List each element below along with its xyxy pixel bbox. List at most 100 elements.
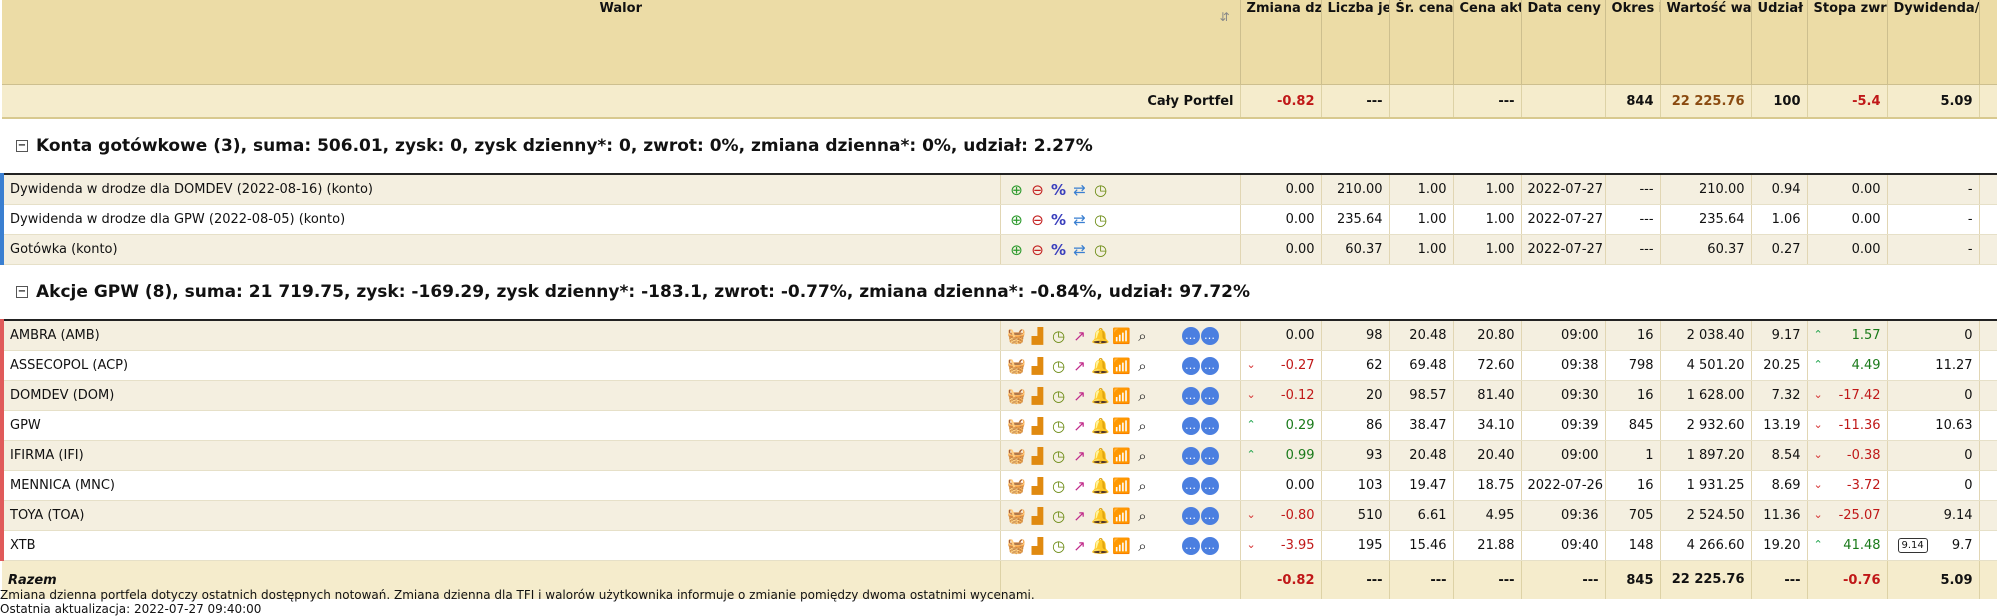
history-icon[interactable]: ◷: [1091, 180, 1111, 200]
history-icon[interactable]: ◷: [1091, 240, 1111, 260]
basket-icon[interactable]: 🧺: [1007, 506, 1027, 526]
bar-chart-icon[interactable]: ▟: [1028, 506, 1048, 526]
trend-icon[interactable]: ↗: [1070, 536, 1090, 556]
basket-icon[interactable]: 🧺: [1007, 386, 1027, 406]
search-icon[interactable]: ⌕: [1133, 356, 1153, 376]
walor-name[interactable]: TOYA (TOA): [0, 500, 1001, 531]
bar-chart-icon[interactable]: ▟: [1028, 356, 1048, 376]
col-wartosc[interactable]: Wartość waloru [PLN]: [1660, 0, 1752, 85]
basket-icon[interactable]: 🧺: [1007, 326, 1027, 346]
forum-icon[interactable]: …: [1200, 326, 1219, 345]
add-icon[interactable]: ⊕: [1007, 210, 1027, 230]
sort-icon[interactable]: ⇵: [1219, 8, 1229, 26]
signal-icon[interactable]: 📶: [1112, 386, 1132, 406]
walor-name[interactable]: MENNICA (MNC): [0, 470, 1001, 501]
alert-icon[interactable]: 🔔: [1091, 356, 1111, 376]
search-icon[interactable]: ⌕: [1133, 536, 1153, 556]
search-icon[interactable]: ⌕: [1133, 476, 1153, 496]
signal-icon[interactable]: 📶: [1112, 326, 1132, 346]
message-icon[interactable]: …: [1181, 506, 1200, 525]
basket-icon[interactable]: 🧺: [1007, 446, 1027, 466]
collapse-toggle-cash[interactable]: −: [16, 140, 28, 152]
basket-icon[interactable]: 🧺: [1007, 356, 1027, 376]
history-icon[interactable]: ◷: [1049, 356, 1069, 376]
message-icon[interactable]: …: [1181, 536, 1200, 555]
history-icon[interactable]: ◷: [1049, 386, 1069, 406]
signal-icon[interactable]: 📶: [1112, 536, 1132, 556]
search-icon[interactable]: ⌕: [1133, 506, 1153, 526]
walor-name[interactable]: ASSECOPOL (ACP): [0, 350, 1001, 381]
col-udzial[interactable]: Udział waloru [%]: [1751, 0, 1808, 85]
trend-icon[interactable]: ↗: [1070, 356, 1090, 376]
basket-icon[interactable]: 🧺: [1007, 536, 1027, 556]
message-icon[interactable]: …: [1181, 386, 1200, 405]
percent-icon[interactable]: %: [1049, 240, 1069, 260]
bar-chart-icon[interactable]: ▟: [1028, 326, 1048, 346]
forum-icon[interactable]: …: [1200, 506, 1219, 525]
basket-icon[interactable]: 🧺: [1007, 416, 1027, 436]
search-icon[interactable]: ⌕: [1133, 446, 1153, 466]
history-icon[interactable]: ◷: [1091, 210, 1111, 230]
col-liczba[interactable]: Liczba jednostek: [1321, 0, 1390, 85]
history-icon[interactable]: ◷: [1049, 506, 1069, 526]
walor-name[interactable]: Gotówka (konto): [0, 234, 1001, 265]
history-icon[interactable]: ◷: [1049, 476, 1069, 496]
col-zmiana[interactable]: Zmiana dzienna* [%]: [1240, 0, 1322, 85]
alert-icon[interactable]: 🔔: [1091, 536, 1111, 556]
forum-icon[interactable]: …: [1200, 386, 1219, 405]
basket-icon[interactable]: 🧺: [1007, 476, 1027, 496]
walor-name[interactable]: XTB: [0, 530, 1001, 561]
signal-icon[interactable]: 📶: [1112, 476, 1132, 496]
percent-icon[interactable]: %: [1049, 180, 1069, 200]
remove-icon[interactable]: ⊖: [1028, 210, 1048, 230]
col-stopa[interactable]: Stopa zwrotu [%]: [1807, 0, 1888, 85]
transfer-icon[interactable]: ⇄: [1070, 180, 1090, 200]
forum-icon[interactable]: …: [1200, 416, 1219, 435]
remove-icon[interactable]: ⊖: [1028, 240, 1048, 260]
walor-name[interactable]: DOMDEV (DOM): [0, 380, 1001, 411]
trend-icon[interactable]: ↗: [1070, 446, 1090, 466]
walor-name[interactable]: AMBRA (AMB): [0, 320, 1001, 351]
walor-name[interactable]: Dywidenda w drodze dla GPW (2022-08-05) …: [0, 204, 1001, 235]
add-icon[interactable]: ⊕: [1007, 180, 1027, 200]
forum-icon[interactable]: …: [1200, 446, 1219, 465]
history-icon[interactable]: ◷: [1049, 416, 1069, 436]
transfer-icon[interactable]: ⇄: [1070, 210, 1090, 230]
bar-chart-icon[interactable]: ▟: [1028, 386, 1048, 406]
alert-icon[interactable]: 🔔: [1091, 386, 1111, 406]
alert-icon[interactable]: 🔔: [1091, 506, 1111, 526]
walor-name[interactable]: Dywidenda w drodze dla DOMDEV (2022-08-1…: [0, 174, 1001, 205]
walor-name[interactable]: GPW: [0, 410, 1001, 441]
bar-chart-icon[interactable]: ▟: [1028, 446, 1048, 466]
col-cena-akt[interactable]: Cena aktualna [PLN]: [1453, 0, 1522, 85]
col-okres[interactable]: Okres inwest. [dni]: [1605, 0, 1661, 85]
trend-icon[interactable]: ↗: [1070, 506, 1090, 526]
signal-icon[interactable]: 📶: [1112, 446, 1132, 466]
message-icon[interactable]: …: [1181, 446, 1200, 465]
forum-icon[interactable]: …: [1200, 476, 1219, 495]
signal-icon[interactable]: 📶: [1112, 356, 1132, 376]
trend-icon[interactable]: ↗: [1070, 386, 1090, 406]
alert-icon[interactable]: 🔔: [1091, 326, 1111, 346]
message-icon[interactable]: …: [1181, 476, 1200, 495]
trend-icon[interactable]: ↗: [1070, 416, 1090, 436]
alert-icon[interactable]: 🔔: [1091, 476, 1111, 496]
trend-icon[interactable]: ↗: [1070, 326, 1090, 346]
transfer-icon[interactable]: ⇄: [1070, 240, 1090, 260]
signal-icon[interactable]: 📶: [1112, 416, 1132, 436]
history-icon[interactable]: ◷: [1049, 536, 1069, 556]
collapse-toggle-gpw[interactable]: −: [16, 286, 28, 298]
bar-chart-icon[interactable]: ▟: [1028, 536, 1048, 556]
message-icon[interactable]: …: [1181, 356, 1200, 375]
search-icon[interactable]: ⌕: [1133, 386, 1153, 406]
search-icon[interactable]: ⌕: [1133, 416, 1153, 436]
forum-icon[interactable]: …: [1200, 536, 1219, 555]
message-icon[interactable]: …: [1181, 326, 1200, 345]
history-icon[interactable]: ◷: [1049, 326, 1069, 346]
col-walor[interactable]: Walor ⇵: [2, 0, 1241, 85]
col-dywidenda[interactable]: Dywidenda/ odsetki do ceny zakupu [%]: [1887, 0, 1980, 85]
bar-chart-icon[interactable]: ▟: [1028, 416, 1048, 436]
add-icon[interactable]: ⊕: [1007, 240, 1027, 260]
trend-icon[interactable]: ↗: [1070, 476, 1090, 496]
walor-name[interactable]: IFIRMA (IFI): [0, 440, 1001, 471]
